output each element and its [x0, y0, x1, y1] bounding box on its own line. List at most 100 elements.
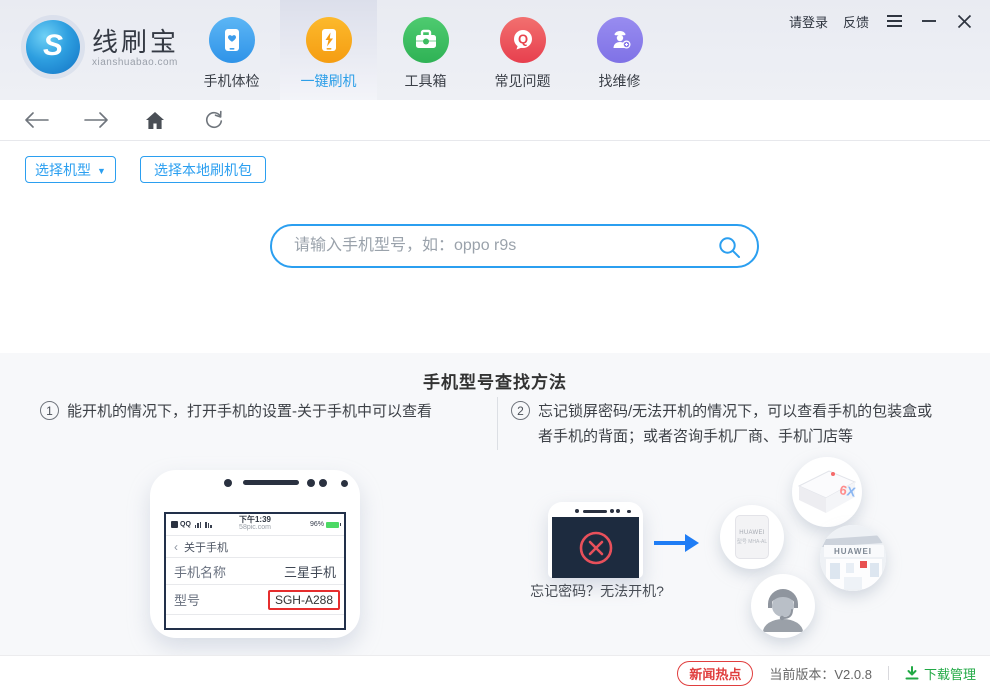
app-logo[interactable]: S 线刷宝 xianshuabao.com	[26, 20, 179, 74]
select-model-button[interactable]: 选择机型 ▼	[25, 156, 116, 183]
error-circle-x-icon	[579, 531, 612, 564]
camera-dot	[575, 509, 579, 513]
speaker-pill	[583, 510, 607, 513]
download-manager-link[interactable]: 下载管理	[905, 664, 976, 683]
tab-faq[interactable]: Q 常见问题	[474, 0, 571, 100]
phone-screen: QQ 下午1:39 58pic.com 96% ‹ 关于手机 手机名称 三星手机…	[164, 512, 346, 630]
one-key-flash-icon	[305, 17, 352, 63]
tab-toolbox[interactable]: 工具箱	[377, 0, 474, 100]
guide-title: 手机型号查找方法	[423, 373, 567, 392]
logo-title: 线刷宝	[92, 26, 180, 57]
sensor-dot	[627, 509, 631, 513]
model-value-highlight: SGH-A288	[267, 589, 340, 610]
home-button[interactable]	[142, 107, 168, 133]
camera-dot	[224, 479, 232, 487]
nav-label: 找维修	[598, 73, 641, 89]
back-model: 型号 MHA-AL	[736, 538, 768, 545]
back-brand: HUAWEI	[739, 529, 765, 536]
header-right: 请登录 反馈	[789, 8, 974, 34]
select-local-rom-button[interactable]: 选择本地刷机包	[140, 156, 266, 183]
tab-one-key-flash[interactable]: 一键刷机	[280, 0, 377, 100]
tab-phone-check[interactable]: 手机体检	[183, 0, 280, 100]
logo-letter: S	[42, 29, 63, 62]
speaker-pill	[243, 480, 299, 485]
logo-domain: xianshuabao.com	[92, 56, 178, 68]
minimize-icon	[922, 20, 936, 22]
sensor-dot	[610, 509, 614, 513]
step-2-number: 2	[511, 401, 530, 420]
phone-back-bubble: HUAWEI 型号 MHA-AL	[720, 505, 784, 569]
svg-text:6X: 6X	[838, 482, 857, 500]
minimize-button[interactable]	[919, 11, 939, 31]
nav-label: 常见问题	[494, 73, 551, 89]
select-local-rom-label: 选择本地刷机包	[154, 161, 252, 178]
app-header: S 线刷宝 xianshuabao.com 手机体检 一键刷机 工具箱 Q 常见…	[0, 0, 990, 100]
close-button[interactable]	[954, 11, 974, 31]
close-icon	[957, 14, 971, 28]
guide-step-1: 1 能开机的情况下，打开手机的设置-关于手机中可以查看	[40, 399, 492, 424]
column-divider	[497, 397, 498, 450]
home-icon	[146, 111, 164, 129]
sensor-dot	[616, 509, 620, 513]
back-button[interactable]	[24, 107, 50, 133]
news-hotspot-button[interactable]: 新闻热点	[677, 660, 754, 686]
nav-label: 一键刷机	[300, 73, 357, 89]
sensor-dot	[319, 479, 327, 487]
version-text: 当前版本：V2.0.8	[769, 666, 872, 682]
download-manager-label: 下载管理	[923, 666, 976, 682]
device-name-value: 三星手机	[283, 564, 336, 580]
chevron-down-icon: ▼	[97, 165, 106, 176]
status-center: 下午1:39 58pic.com	[166, 516, 344, 532]
footer-divider	[887, 666, 889, 680]
about-phone-label: 关于手机	[184, 541, 228, 554]
refresh-icon	[205, 110, 223, 129]
refresh-button[interactable]	[201, 107, 227, 133]
faq-icon: Q	[499, 17, 546, 63]
nav-label: 手机体检	[203, 73, 260, 89]
forward-arrow-icon	[84, 112, 108, 128]
phone-box-icon: 6X	[797, 470, 857, 513]
select-model-label: 选择机型	[35, 161, 92, 178]
menu-button[interactable]	[884, 11, 904, 31]
forward-button[interactable]	[83, 107, 109, 133]
app-footer: 新闻热点 当前版本：V2.0.8 下载管理	[0, 655, 990, 690]
store-bubble: HUAWEI	[820, 525, 886, 591]
login-link[interactable]: 请登录	[789, 12, 828, 31]
feedback-link[interactable]: 反馈	[843, 12, 869, 31]
locked-phone-illustration	[548, 502, 643, 578]
phone-time: 下午1:39	[238, 515, 271, 524]
logo-icon: S	[26, 20, 80, 74]
tab-find-repair[interactable]: 找维修	[571, 0, 668, 100]
download-icon	[905, 666, 919, 680]
search-icon[interactable]	[718, 236, 741, 264]
sensor-dot	[307, 479, 315, 487]
svg-text:Q: Q	[517, 32, 527, 47]
hamburger-icon	[886, 15, 902, 27]
phone-about-illustration: QQ 下午1:39 58pic.com 96% ‹ 关于手机 手机名称 三星手机…	[150, 470, 360, 638]
search-box	[270, 224, 759, 268]
model-label: 型号	[174, 593, 201, 608]
model-row: 型号 SGH-A288	[166, 585, 344, 614]
toolbox-icon	[402, 17, 449, 63]
phone-check-icon	[208, 17, 255, 63]
phone-back-icon: HUAWEI 型号 MHA-AL	[735, 515, 769, 559]
divider	[166, 614, 344, 615]
sensor-dot	[341, 480, 348, 487]
locked-screen	[552, 517, 639, 578]
phone-status-bar: QQ 下午1:39 58pic.com 96%	[166, 514, 344, 535]
nav-label: 工具箱	[404, 73, 447, 89]
guide-step-2: 2 忘记锁屏密码/无法开机的情况下，可以查看手机的包装盒或者手机的背面；或者咨询…	[511, 399, 947, 449]
about-phone-row: ‹ 关于手机	[166, 536, 344, 557]
search-input[interactable]	[272, 226, 757, 266]
browser-toolbar	[0, 100, 990, 141]
device-name-row: 手机名称 三星手机	[166, 558, 344, 584]
step-2-text: 忘记锁屏密码/无法开机的情况下，可以查看手机的包装盒或者手机的背面；或者咨询手机…	[538, 403, 933, 445]
step-1-number: 1	[40, 401, 59, 420]
back-chevron-icon: ‹	[174, 539, 178, 554]
locked-caption: 忘记密码？无法开机?	[530, 583, 664, 599]
svg-text:HUAWEI: HUAWEI	[834, 547, 872, 556]
step-1-text: 能开机的情况下，打开手机的设置-关于手机中可以查看	[67, 403, 432, 420]
customer-service-bubble	[751, 574, 815, 638]
storefront-icon: HUAWEI	[820, 525, 886, 591]
app-window: S 线刷宝 xianshuabao.com 手机体检 一键刷机 工具箱 Q 常见…	[0, 0, 990, 690]
